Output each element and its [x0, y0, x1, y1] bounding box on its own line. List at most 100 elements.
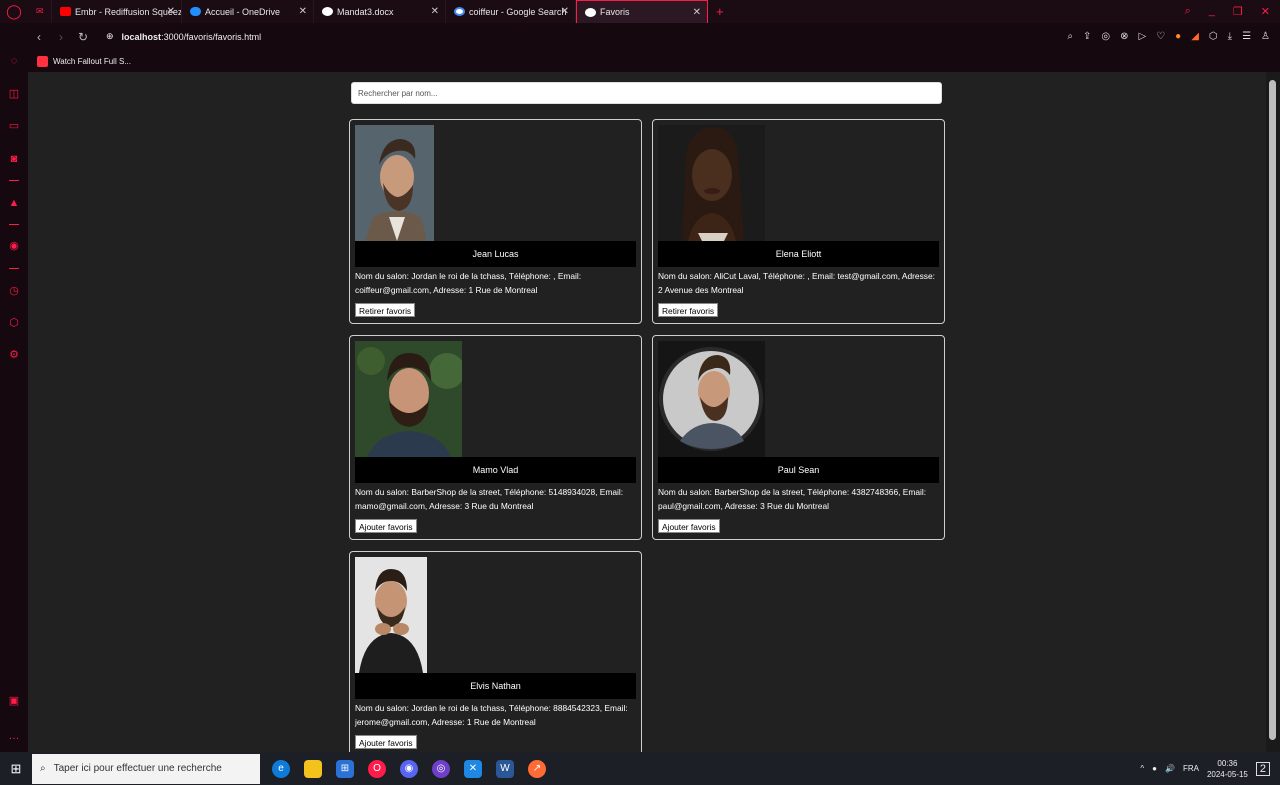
close-icon[interactable]: ✕	[299, 6, 307, 17]
hairdresser-info: Nom du salon: BarberShop de la street, T…	[658, 487, 927, 511]
vpn-icon[interactable]: ⊗	[1120, 31, 1128, 42]
tab-mail[interactable]: ✉	[28, 0, 52, 23]
opera-logo-icon[interactable]: ◯	[0, 0, 28, 23]
download-icon[interactable]: ⤓	[1228, 31, 1232, 42]
new-tab-button[interactable]: +	[708, 4, 732, 19]
search-input[interactable]	[351, 82, 942, 104]
close-window-icon[interactable]: ✕	[1261, 5, 1270, 18]
tab-title: coiffeur - Google Search	[469, 6, 567, 17]
search-tabs-icon[interactable]: ⌕	[1185, 5, 1191, 18]
globe-icon	[585, 7, 596, 17]
reload-icon[interactable]: ↻	[72, 30, 94, 44]
share-icon[interactable]: ⇪	[1083, 31, 1091, 42]
google-icon	[454, 7, 465, 16]
restore-icon[interactable]: ❐	[1233, 5, 1243, 18]
chevron-up-icon[interactable]: ^	[1140, 764, 1144, 773]
play-icon[interactable]: ▷	[1138, 31, 1146, 42]
microphone-icon[interactable]: ●	[1152, 764, 1157, 773]
tab-mandat[interactable]: Mandat3.docx ✕	[314, 0, 446, 23]
scrollbar-thumb[interactable]	[1269, 80, 1276, 740]
hairdresser-info: Nom du salon: Jordan le roi de la tchass…	[355, 703, 628, 727]
cube-icon[interactable]: ⬡	[1209, 31, 1218, 42]
extensions-icon[interactable]: ⬡	[7, 316, 21, 330]
language-indicator[interactable]: FRA	[1183, 764, 1199, 773]
notification-icon[interactable]: 2	[1255, 761, 1270, 776]
volume-icon[interactable]: 🔊	[1165, 764, 1175, 773]
browser-tab-bar: ◯ ✉ Embr - Rediffusion Squeez ✕ Accueil …	[0, 0, 1280, 23]
hairdresser-name: Paul Sean	[658, 457, 939, 483]
url-field[interactable]: ⊕ localhost:3000/favoris/favoris.html	[106, 31, 261, 42]
taskbar-search[interactable]: ⌕ Taper ici pour effectuer une recherche	[32, 753, 260, 784]
hairdresser-photo	[355, 341, 462, 457]
close-icon[interactable]: ✕	[431, 6, 439, 17]
tab-title: Accueil - OneDrive	[205, 6, 281, 17]
browser-sidebar: ◌ ◫ ▭ ◙ ▲ ◉ ◷ ⬡ ⚙ ▣ …	[0, 23, 28, 752]
add-favorite-button[interactable]: Ajouter favoris	[658, 519, 720, 533]
close-icon[interactable]: ✕	[561, 6, 569, 17]
windows-start-icon[interactable]: ⊞	[0, 752, 32, 785]
heart-icon[interactable]: ♡	[1156, 31, 1165, 42]
minimize-icon[interactable]: _	[1209, 5, 1215, 18]
hairdresser-photo	[658, 125, 765, 241]
hairdresser-photo	[658, 341, 765, 457]
history-icon[interactable]: ◷	[7, 284, 21, 298]
tab-onedrive[interactable]: Accueil - OneDrive ✕	[182, 0, 314, 23]
remove-favorite-button[interactable]: Retirer favoris	[658, 303, 719, 317]
tab-title: Mandat3.docx	[337, 6, 394, 17]
close-icon[interactable]: ✕	[693, 7, 701, 18]
globe-icon	[322, 7, 333, 16]
onedrive-icon	[190, 7, 201, 16]
word-icon[interactable]: W	[496, 759, 514, 778]
discord-icon[interactable]: ◉	[400, 759, 418, 778]
tab-favoris[interactable]: Favoris ✕	[576, 0, 708, 23]
forward-icon[interactable]: ›	[50, 30, 72, 44]
profile-icon[interactable]: ♙	[1261, 31, 1270, 42]
tab-google[interactable]: coiffeur - Google Search ✕	[446, 0, 576, 23]
clock[interactable]: 00:36 2024-05-15	[1207, 758, 1248, 780]
twitch-icon[interactable]: ▭	[7, 119, 21, 133]
close-icon[interactable]: ✕	[167, 6, 175, 17]
instagram-icon[interactable]: ◙	[7, 152, 21, 166]
gallery-icon[interactable]: ▣	[7, 694, 21, 708]
bookmark-item[interactable]: Watch Fallout Full S...	[53, 57, 131, 66]
github-icon[interactable]: ◎	[432, 759, 450, 778]
postman-icon[interactable]: ↗	[528, 759, 546, 778]
shopping-icon[interactable]: ◫	[7, 87, 21, 101]
page-scrollbar[interactable]	[1266, 72, 1280, 752]
back-icon[interactable]: ‹	[28, 30, 50, 44]
more-icon[interactable]: …	[7, 729, 21, 743]
hairdresser-card: Elena Eliott Nom du salon: AliCut Laval,…	[652, 119, 945, 324]
time: 00:36	[1217, 758, 1238, 768]
hairdresser-card: Elvis Nathan Nom du salon: Jordan le roi…	[349, 551, 642, 752]
site-info-icon[interactable]: ⊕	[106, 31, 114, 42]
hairdresser-info: Nom du salon: Jordan le roi de la tchass…	[355, 271, 582, 295]
add-favorite-button[interactable]: Ajouter favoris	[355, 735, 417, 749]
extension-icon[interactable]: ●	[1175, 31, 1181, 42]
opera-icon[interactable]: O	[368, 759, 386, 778]
hairdresser-photo	[355, 557, 427, 673]
taskbar-search-placeholder: Taper ici pour effectuer une recherche	[53, 763, 222, 774]
settings-icon[interactable]: ⚙	[7, 348, 21, 362]
date: 2024-05-15	[1206, 769, 1248, 779]
tab-embr[interactable]: Embr - Rediffusion Squeez ✕	[52, 0, 182, 23]
vscode-icon[interactable]: ✕	[464, 759, 482, 778]
store-icon[interactable]: ⊞	[336, 759, 354, 778]
edge-icon[interactable]: e	[272, 759, 290, 778]
search-icon[interactable]: ⌕	[1067, 31, 1073, 42]
file-explorer-icon[interactable]	[304, 759, 322, 778]
hairdresser-card: Paul Sean Nom du salon: BarberShop de la…	[652, 335, 945, 540]
player-icon[interactable]: ◉	[7, 239, 21, 253]
url-path: :3000/favoris/favoris.html	[161, 31, 262, 42]
bookmarks-bar: Watch Fallout Full S...	[28, 50, 1280, 72]
youtube-icon	[60, 7, 71, 16]
address-bar: ‹ › ↻ ⊕ localhost:3000/favoris/favoris.h…	[28, 23, 1280, 50]
aria-icon[interactable]: ◌	[7, 54, 21, 68]
menu-icon[interactable]: ☰	[1242, 31, 1251, 42]
camera-icon[interactable]: ◎	[1101, 31, 1110, 42]
remove-favorite-button[interactable]: Retirer favoris	[355, 303, 416, 317]
flow-icon[interactable]: ▲	[7, 196, 21, 210]
windows-taskbar: ⊞ ⌕ Taper ici pour effectuer une recherc…	[0, 752, 1280, 785]
url-host: localhost	[121, 31, 162, 42]
extension-icon[interactable]: ◢	[1191, 31, 1199, 42]
add-favorite-button[interactable]: Ajouter favoris	[355, 519, 417, 533]
